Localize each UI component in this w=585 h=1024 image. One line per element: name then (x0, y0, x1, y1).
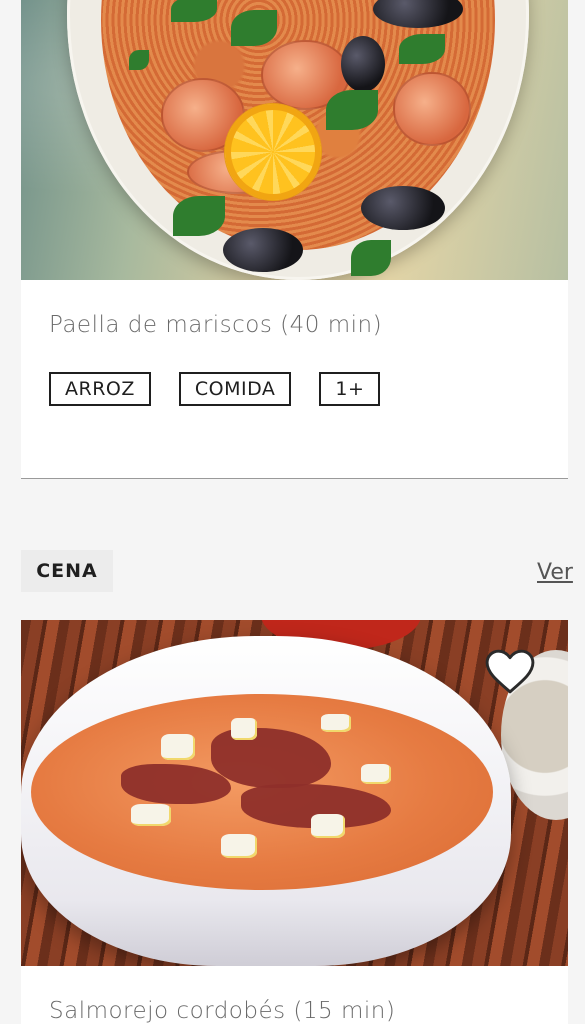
section-label-cena: CENA (21, 550, 113, 592)
recipe-title: Salmorejo cordobés (15 min) (49, 998, 396, 1024)
tag-comida[interactable]: COMIDA (178, 372, 292, 406)
egg-shape (321, 714, 351, 732)
recipe-card-salmorejo[interactable]: Salmorejo cordobés (15 min) (21, 620, 568, 1024)
shrimp-shape (393, 72, 471, 146)
egg-shape (361, 764, 391, 784)
recipe-tags: ARROZ COMIDA 1+ (49, 372, 381, 406)
egg-shape (221, 834, 257, 858)
egg-shape (311, 814, 345, 838)
mussel-shape (341, 36, 385, 92)
lemon-slice-shape (225, 104, 321, 200)
parsley-shape (231, 10, 277, 46)
soup-shape (31, 694, 493, 890)
favorite-heart-icon[interactable] (485, 648, 535, 694)
mussel-shape (223, 228, 303, 272)
parsley-shape (326, 90, 378, 130)
egg-shape (131, 804, 171, 826)
mussel-shape (361, 186, 445, 230)
recipe-photo-salmorejo[interactable] (21, 620, 568, 966)
recipe-title: Paella de mariscos (40 min) (49, 312, 383, 338)
tag-arroz[interactable]: ARROZ (49, 372, 151, 406)
ham-shape (121, 764, 231, 804)
recipe-photo-paella[interactable] (21, 0, 568, 280)
parsley-shape (399, 34, 445, 64)
bowl-shape (21, 636, 511, 966)
parsley-shape (173, 196, 225, 236)
see-all-link[interactable]: Ver (537, 560, 573, 585)
egg-shape (161, 734, 195, 760)
parsley-shape (129, 50, 149, 70)
parsley-shape (351, 240, 391, 276)
ham-shape (211, 728, 331, 788)
egg-shape (231, 718, 257, 740)
tag-servings[interactable]: 1+ (319, 372, 381, 406)
recipe-card-paella[interactable]: Paella de mariscos (40 min) ARROZ COMIDA… (21, 0, 568, 479)
